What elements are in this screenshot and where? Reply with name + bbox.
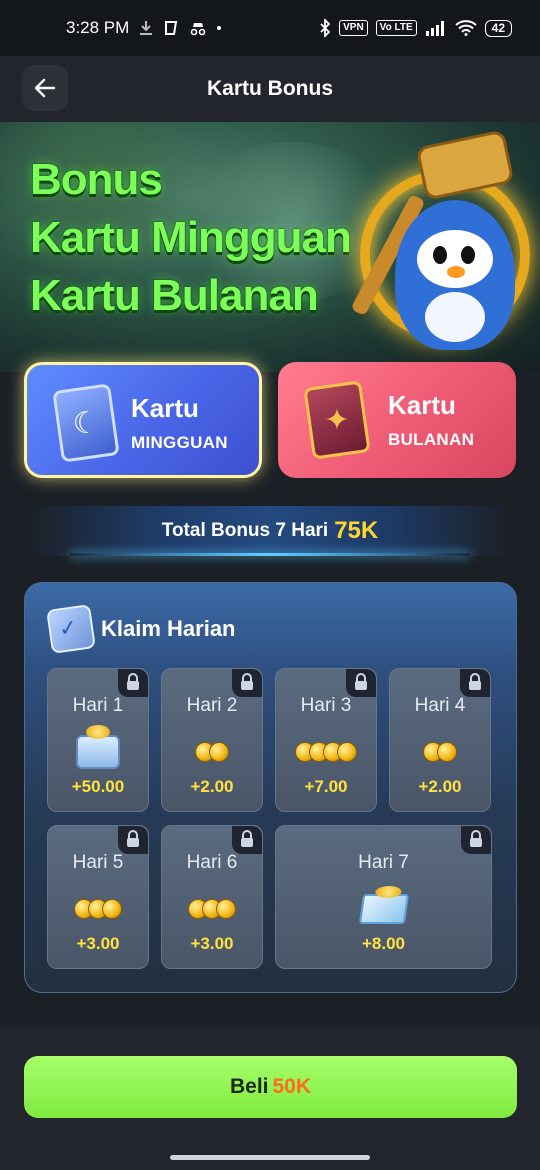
day-card-4[interactable]: Hari 4 +2.00 xyxy=(389,668,491,812)
status-bar-left: 3:28 PM xyxy=(66,18,222,38)
total-bonus-bar: Total Bonus 7 Hari 75K xyxy=(30,506,510,556)
vpn-badge: VPN xyxy=(339,20,368,36)
coin-stack-icon xyxy=(48,886,148,932)
buy-price: 50K xyxy=(272,1075,312,1098)
tab-monthly-subtitle: BULANAN xyxy=(388,430,475,449)
lock-icon xyxy=(461,826,491,854)
volte-badge: Vo LTE xyxy=(375,20,417,36)
penguin-beak xyxy=(447,266,465,278)
signal-icon xyxy=(425,21,444,36)
page-title: Kartu Bonus xyxy=(207,77,333,100)
monthly-card-icon: ✦ xyxy=(303,380,371,460)
daily-claim-title: Klaim Harian xyxy=(101,616,236,641)
battery-icon: 42 xyxy=(484,19,512,37)
coin-stack-icon xyxy=(390,729,490,775)
daily-claim-panel: ✓ Klaim Harian Hari 1 +50.00 Hari 2 +2.0… xyxy=(24,582,517,993)
lock-icon xyxy=(118,669,148,697)
tab-weekly-subtitle: MINGGUAN xyxy=(131,433,228,452)
day-card-2[interactable]: Hari 2 +2.00 xyxy=(161,668,263,812)
lock-icon xyxy=(118,826,148,854)
tab-monthly-card[interactable]: ✦ Kartu BULANAN xyxy=(278,362,516,478)
lock-icon xyxy=(346,669,376,697)
lock-icon xyxy=(460,669,490,697)
promo-banner: Bonus Kartu Mingguan Kartu Bulanan xyxy=(0,122,540,372)
status-bar: 3:28 PM VPN Vo LTE 42 xyxy=(0,0,540,56)
bottom-bar: Beli 50K xyxy=(0,1025,540,1170)
download-icon xyxy=(140,21,153,35)
banner-line-weekly: Kartu Mingguan xyxy=(30,213,352,262)
day-card-6[interactable]: Hari 6 +3.00 xyxy=(161,825,263,969)
treasure-chest-icon xyxy=(48,725,148,775)
incognito-icon xyxy=(191,23,206,36)
day-amount: +3.00 xyxy=(190,934,234,953)
lock-icon xyxy=(232,669,262,697)
day-amount: +50.00 xyxy=(71,777,125,796)
coin-stack-icon xyxy=(162,729,262,775)
banner-line-bonus: Bonus xyxy=(30,155,163,204)
wifi-icon xyxy=(454,20,477,36)
day-label: Hari 5 xyxy=(72,852,124,873)
day-label: Hari 4 xyxy=(414,695,466,716)
shield-app-icon xyxy=(165,21,178,35)
total-bonus-value: 75K xyxy=(334,517,379,544)
penguin-body xyxy=(395,200,515,350)
day-amount: +2.00 xyxy=(190,777,234,796)
buy-label: Beli xyxy=(229,1075,269,1098)
banner-line-monthly: Kartu Bulanan xyxy=(30,271,319,320)
status-bar-right: VPN Vo LTE 42 xyxy=(319,19,512,37)
penguin-face xyxy=(417,230,493,288)
day-card-3[interactable]: Hari 3 +7.00 xyxy=(275,668,377,812)
coin-stack-icon xyxy=(162,886,262,932)
arrow-left-icon xyxy=(34,78,56,98)
penguin-eye-left xyxy=(433,246,447,264)
penguin-mascot-image xyxy=(340,129,540,370)
total-bonus-label: Total Bonus 7 Hari xyxy=(161,520,329,541)
day-amount: +7.00 xyxy=(304,777,348,796)
coin-crate-icon xyxy=(276,886,491,932)
status-time: 3:28 PM xyxy=(66,18,130,37)
tab-weekly-card[interactable]: ☾ Kartu MINGGUAN xyxy=(24,362,262,478)
penguin-eye-right xyxy=(461,246,475,264)
day-card-5[interactable]: Hari 5 +3.00 xyxy=(47,825,149,969)
day-label: Hari 6 xyxy=(186,852,238,873)
tab-monthly-title: Kartu xyxy=(388,390,456,420)
day-amount: +2.00 xyxy=(418,777,462,796)
day-card-1[interactable]: Hari 1 +50.00 xyxy=(47,668,149,812)
weekly-card-icon: ☾ xyxy=(52,383,120,463)
day-amount: +8.00 xyxy=(361,934,405,953)
notification-dot-icon xyxy=(217,26,222,30)
bluetooth-icon xyxy=(320,19,331,37)
lock-icon xyxy=(232,826,262,854)
day-label: Hari 3 xyxy=(300,695,352,716)
day-card-7[interactable]: Hari 7 +8.00 xyxy=(275,825,492,969)
day-label: Hari 2 xyxy=(186,695,238,716)
calendar-check-icon: ✓ xyxy=(46,604,96,654)
back-button[interactable] xyxy=(22,65,68,111)
app-header: Kartu Bonus xyxy=(0,56,540,122)
daily-claim-header: ✓ Klaim Harian xyxy=(46,604,236,654)
day-amount: +3.00 xyxy=(76,934,120,953)
penguin-belly xyxy=(425,292,485,342)
day-label: Hari 7 xyxy=(358,852,409,873)
day-label: Hari 1 xyxy=(72,695,124,716)
coin-pile-icon xyxy=(276,729,376,775)
home-indicator[interactable] xyxy=(170,1155,370,1160)
tab-weekly-title: Kartu xyxy=(131,393,199,423)
buy-button[interactable]: Beli 50K xyxy=(24,1056,517,1118)
